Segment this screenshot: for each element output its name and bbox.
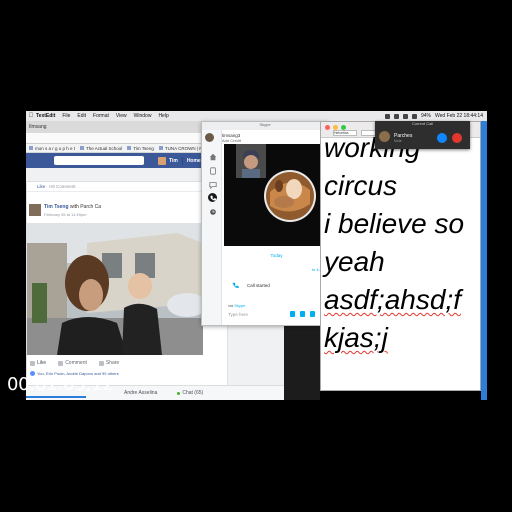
textedit-window: Helvetica working circus i believe so ye… — [320, 121, 481, 391]
add-credit-link[interactable]: Add Credit — [222, 138, 241, 143]
browser-tab[interactable]: Ilmsang — [29, 124, 47, 130]
call-started-event: Call started — [232, 282, 270, 289]
video-frame — [224, 144, 328, 246]
avatar[interactable] — [29, 204, 41, 216]
profile-name: Tim — [169, 157, 178, 164]
bookmark-item[interactable]: Tim Tseng — [127, 146, 154, 151]
home-link[interactable]: Home — [187, 158, 201, 164]
thumbs-up-icon — [30, 360, 35, 366]
location-icon[interactable] — [300, 311, 305, 317]
skype-title: Skype — [202, 122, 328, 130]
avatar — [158, 156, 166, 165]
timeline-progress — [26, 396, 86, 398]
post-photo[interactable] — [27, 223, 203, 355]
text-line-misspelled[interactable]: kjas;j — [324, 324, 388, 352]
menu-file[interactable]: File — [62, 113, 70, 119]
call-started-label: Call started — [247, 283, 270, 288]
facebook-post: Like Hit Comment Tim Tseng with Parch Ca… — [26, 181, 228, 387]
comment-button[interactable]: Comment — [58, 360, 87, 366]
via-service[interactable]: via Skype — [228, 303, 245, 308]
video-timecode: 00:01:03;12 — [7, 374, 114, 395]
attach-file-icon[interactable] — [290, 311, 295, 317]
post-date[interactable]: February 05 at 11:49pm — [44, 212, 101, 217]
contacts-icon[interactable] — [208, 166, 217, 175]
facebook-profile-link[interactable]: Tim — [158, 156, 178, 165]
post-author[interactable]: Tim Tseng with Parch Ca — [44, 204, 101, 210]
chat-icon[interactable] — [208, 180, 217, 189]
volume-icon[interactable] — [411, 113, 417, 119]
video-call-feed[interactable] — [224, 144, 328, 246]
call-status: Mute — [394, 139, 402, 143]
close-icon[interactable] — [325, 125, 330, 130]
share-icon — [98, 360, 104, 366]
photo-image — [27, 223, 203, 355]
text-line-misspelled[interactable]: asdf;ahsd;f — [324, 286, 461, 314]
message-tools — [290, 311, 315, 317]
status-icon[interactable] — [393, 113, 399, 119]
menu-app-name[interactable]: TextEdit — [36, 113, 55, 119]
menubar-clock[interactable]: Wed Feb 22 18:44:14 — [435, 113, 483, 119]
menu-edit[interactable]: Edit — [77, 113, 86, 119]
call-panel-header: Current Call — [411, 121, 434, 126]
mac-menubar:  TextEdit File Edit Format View Window … — [26, 111, 487, 121]
status-icon[interactable] — [384, 113, 390, 119]
post-actions: Like Comment Share — [27, 358, 229, 368]
avatar[interactable] — [205, 133, 214, 142]
current-call-panel: Current Call Parches Mute — [375, 121, 470, 149]
desktop-background — [284, 326, 320, 400]
avatar — [379, 131, 390, 142]
chat-contact[interactable]: Andre Asselina — [124, 390, 157, 396]
clock-icon[interactable] — [208, 207, 217, 216]
apple-icon[interactable]:  — [26, 113, 36, 119]
bookmark-item[interactable]: mon s a r g o p h e t — [29, 146, 75, 151]
text-line[interactable]: i believe so — [324, 210, 464, 238]
like-button[interactable]: Like — [30, 360, 46, 366]
menu-help[interactable]: Help — [158, 113, 168, 119]
post-header: Tim Tseng with Parch Ca February 05 at 1… — [27, 192, 227, 217]
menu-view[interactable]: View — [116, 113, 127, 119]
date-divider: Today — [270, 253, 283, 258]
phone-icon — [232, 282, 239, 289]
phone-icon[interactable] — [208, 193, 217, 202]
home-icon[interactable] — [208, 152, 217, 161]
wifi-icon[interactable] — [402, 113, 408, 119]
menu-format[interactable]: Format — [93, 113, 109, 119]
skype-window: Skype timsang3 Add Credit Today ts 4:20 … — [201, 121, 329, 326]
comment-link[interactable]: Hit Comment — [49, 184, 75, 189]
share-button[interactable]: Share — [98, 360, 119, 366]
bookmark-item[interactable]: The Actual School — [80, 146, 122, 151]
text-line[interactable]: yeah — [324, 248, 385, 276]
send-icon[interactable] — [310, 311, 315, 317]
message-input[interactable]: Type here — [228, 312, 248, 317]
battery-percent[interactable]: 94% — [421, 113, 431, 119]
end-call-button[interactable] — [452, 133, 462, 143]
text-line[interactable]: circus — [324, 172, 397, 200]
comment-icon — [58, 360, 64, 366]
divider — [181, 156, 183, 165]
desktop-background — [481, 121, 487, 400]
facebook-search-input[interactable] — [54, 156, 144, 165]
chat-toggle[interactable]: Chat (65) — [177, 390, 203, 396]
like-link[interactable]: Like — [37, 184, 45, 189]
info-button[interactable] — [437, 133, 447, 143]
menu-window[interactable]: Window — [134, 113, 152, 119]
menubar-status-area: 94% Wed Feb 22 18:44:14 — [384, 113, 487, 119]
post-like-row: Like Hit Comment — [27, 182, 227, 192]
online-dot-icon — [177, 391, 181, 395]
